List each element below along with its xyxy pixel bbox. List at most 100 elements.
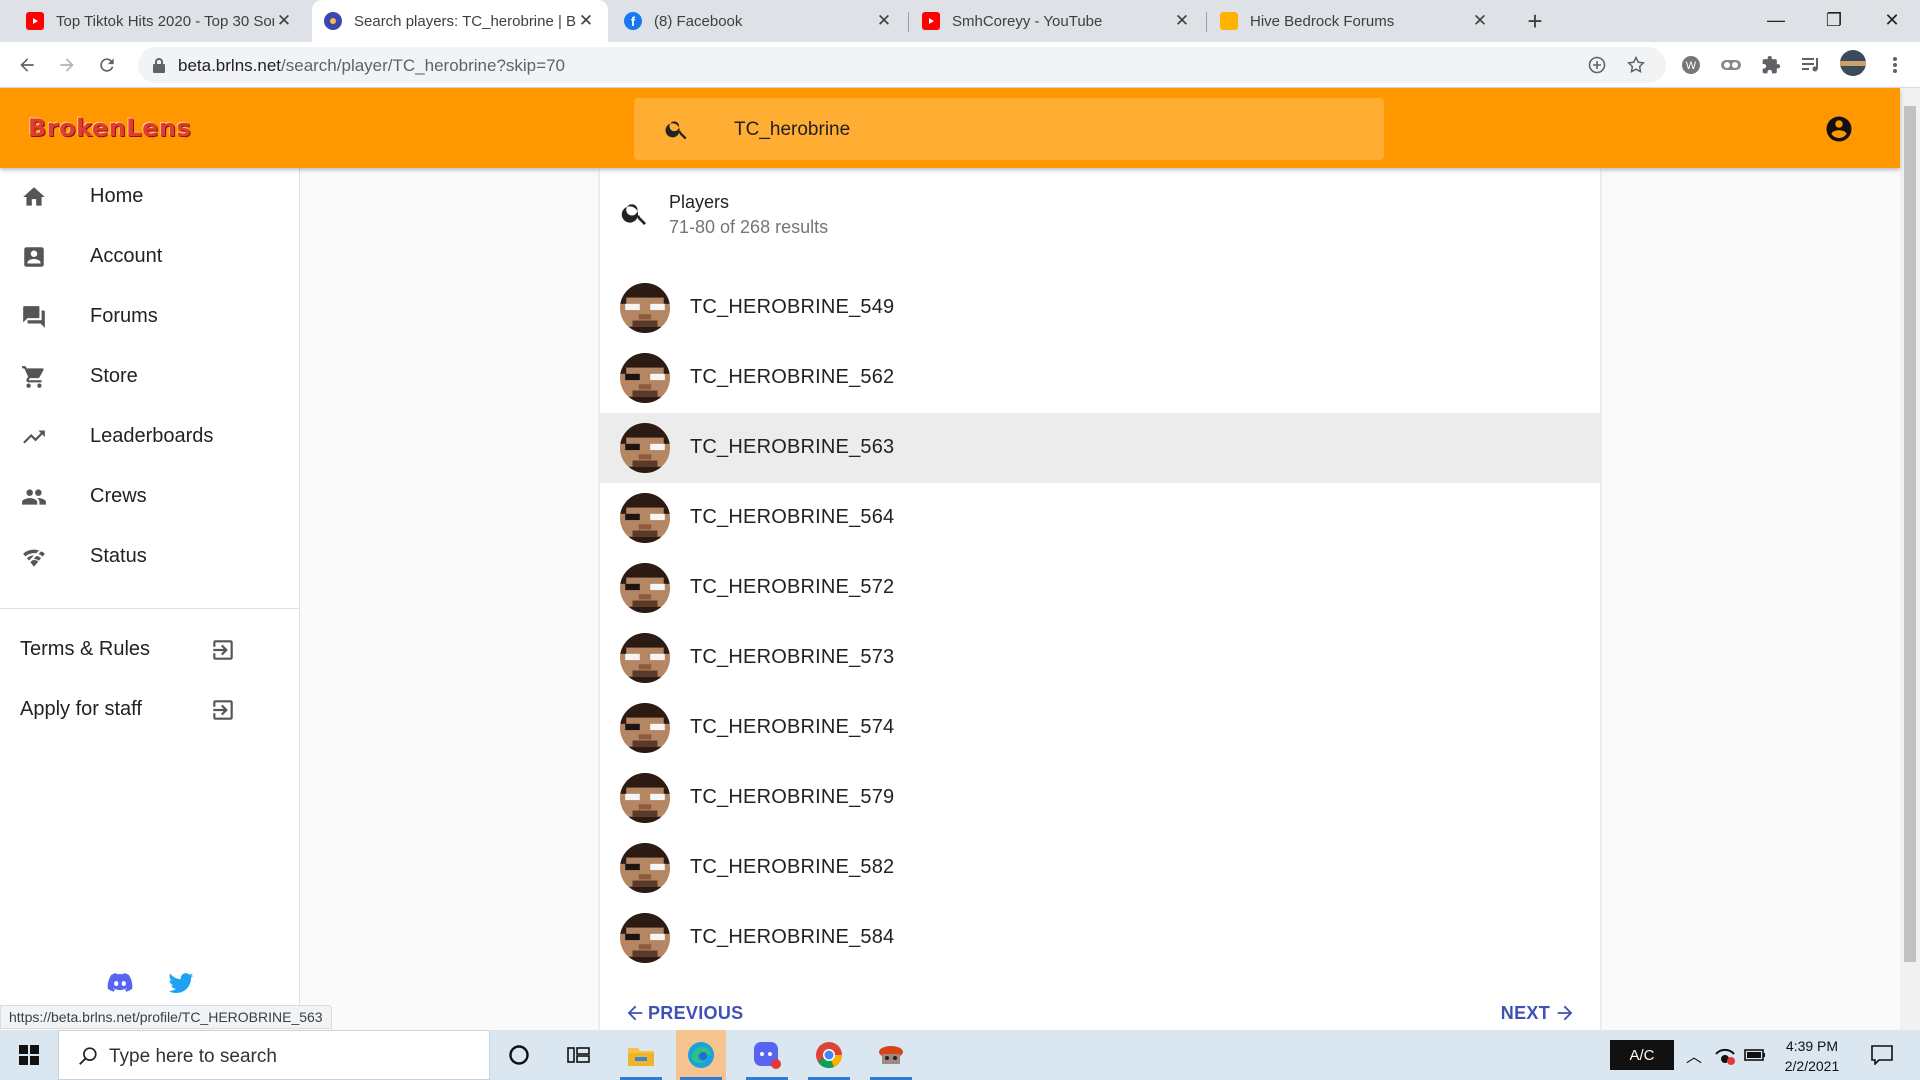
tab-title: (8) Facebook xyxy=(654,12,743,30)
next-button[interactable]: NEXT xyxy=(1501,998,1576,1028)
discord-icon[interactable] xyxy=(105,968,135,998)
tab-3[interactable]: f (8) Facebook ✕ xyxy=(612,0,906,42)
account-box-icon xyxy=(24,247,44,267)
player-row[interactable]: TC_HEROBRINE_549 xyxy=(600,273,1600,343)
address-bar[interactable]: beta.brlns.net/search/player/TC_herobrin… xyxy=(138,47,1666,83)
nav-item-forums[interactable]: Forums xyxy=(0,288,299,344)
exit-to-app-icon xyxy=(213,700,233,720)
extension-w-icon[interactable]: W xyxy=(1676,50,1706,80)
player-avatar xyxy=(620,843,670,893)
player-row[interactable]: TC_HEROBRINE_584 xyxy=(600,903,1600,973)
cart-icon xyxy=(22,366,44,388)
nav-item-home[interactable]: Home xyxy=(0,168,299,224)
close-tab-icon[interactable]: ✕ xyxy=(874,11,894,31)
minimize-button[interactable]: — xyxy=(1748,0,1804,40)
exit-to-app-icon xyxy=(213,640,233,660)
nav-item-account[interactable]: Account xyxy=(0,228,299,284)
player-row[interactable]: TC_HEROBRINE_579 xyxy=(600,763,1600,833)
tray-ac[interactable]: A/C xyxy=(1610,1040,1674,1070)
extensions-puzzle-icon[interactable] xyxy=(1756,50,1786,80)
nav-label: Store xyxy=(90,365,138,387)
player-search[interactable] xyxy=(634,98,1384,160)
search-input[interactable] xyxy=(734,116,1334,144)
close-tab-icon[interactable]: ✕ xyxy=(576,11,596,31)
browser-toolbar: beta.brlns.net/search/player/TC_herobrin… xyxy=(0,42,1920,88)
nav-item-crews[interactable]: Crews xyxy=(0,468,299,524)
nav-label: Home xyxy=(90,185,144,207)
arrow-back-icon xyxy=(627,1005,643,1021)
forward-button[interactable] xyxy=(52,50,82,80)
chrome-icon[interactable] xyxy=(804,1030,854,1080)
browser-tab-strip: Top Tiktok Hits 2020 - Top 30 Songs ✕ Se… xyxy=(0,0,1920,42)
player-row[interactable]: TC_HEROBRINE_582 xyxy=(600,833,1600,903)
player-avatar xyxy=(620,283,670,333)
tab-4[interactable]: SmhCoreyy - YouTube ✕ xyxy=(910,0,1204,42)
show-hidden-icons[interactable]: ︿ xyxy=(1686,1030,1702,1080)
account-circle-icon[interactable] xyxy=(1824,114,1854,144)
player-row[interactable]: TC_HEROBRINE_564 xyxy=(600,483,1600,553)
tab-5[interactable]: Hive Bedrock Forums ✕ xyxy=(1208,0,1502,42)
link-status-bubble: https://beta.brlns.net/profile/TC_HEROBR… xyxy=(0,1005,332,1029)
hive-icon xyxy=(1220,12,1238,30)
nav-item-terms[interactable]: Terms & Rules xyxy=(0,625,299,675)
cortana-icon[interactable] xyxy=(494,1030,544,1080)
youtube-icon xyxy=(26,12,44,30)
nav-item-apply-staff[interactable]: Apply for staff xyxy=(0,685,299,735)
page-scrollbar[interactable] xyxy=(1900,88,1920,1030)
nav-item-store[interactable]: Store xyxy=(0,348,299,404)
close-tab-icon[interactable]: ✕ xyxy=(274,11,294,31)
nav-label: Leaderboards xyxy=(90,425,214,447)
extension-glasses-icon[interactable] xyxy=(1716,50,1746,80)
back-button[interactable] xyxy=(12,50,42,80)
previous-button[interactable]: PREVIOUS xyxy=(624,998,743,1028)
previous-label: PREVIOUS xyxy=(648,1002,744,1023)
site-logo[interactable]: BrokenLens xyxy=(28,114,191,142)
player-row[interactable]: TC_HEROBRINE_574 xyxy=(600,693,1600,763)
arrow-forward-icon xyxy=(1557,1005,1573,1021)
search-icon xyxy=(79,1047,97,1065)
file-explorer-icon[interactable] xyxy=(616,1030,666,1080)
network-icon[interactable] xyxy=(1714,1030,1736,1080)
game-icon[interactable] xyxy=(866,1030,916,1080)
bookmark-star-icon[interactable] xyxy=(1626,55,1646,75)
taskbar-search[interactable]: Type here to search xyxy=(58,1030,490,1080)
next-label: NEXT xyxy=(1500,1002,1550,1023)
player-row[interactable]: TC_HEROBRINE_563 xyxy=(600,413,1600,483)
taskbar-clock[interactable]: 4:39 PM 2/2/2021 xyxy=(1766,1036,1858,1076)
start-button[interactable] xyxy=(0,1030,58,1080)
nav-item-leaderboards[interactable]: Leaderboards xyxy=(0,408,299,464)
reload-icon xyxy=(100,58,114,72)
player-row[interactable]: TC_HEROBRINE_573 xyxy=(600,623,1600,693)
player-row[interactable]: TC_HEROBRINE_572 xyxy=(600,553,1600,623)
player-avatar xyxy=(620,493,670,543)
profile-avatar-icon[interactable] xyxy=(1838,48,1868,78)
close-tab-icon[interactable]: ✕ xyxy=(1172,11,1192,31)
scrollbar-thumb[interactable] xyxy=(1904,106,1916,962)
edge-icon[interactable] xyxy=(676,1030,726,1080)
discord-icon[interactable] xyxy=(742,1030,792,1080)
player-name: TC_HEROBRINE_584 xyxy=(690,926,895,948)
player-name: TC_HEROBRINE_562 xyxy=(690,366,895,388)
site-header: BrokenLens xyxy=(0,88,1900,168)
media-control-icon[interactable] xyxy=(1796,50,1826,80)
tab-2[interactable]: Search players: TC_herobrine | BrokenLen… xyxy=(312,0,608,42)
results-header: Players 71-80 of 268 results xyxy=(600,168,1600,268)
restore-button[interactable]: ❐ xyxy=(1806,0,1862,40)
new-tab-button[interactable]: + xyxy=(1518,4,1552,38)
chrome-menu-icon[interactable] xyxy=(1880,50,1910,80)
player-row[interactable]: TC_HEROBRINE_562 xyxy=(600,343,1600,413)
tab-1[interactable]: Top Tiktok Hits 2020 - Top 30 Songs ✕ xyxy=(14,0,306,42)
brokenlens-icon xyxy=(324,12,342,30)
results-title: Players xyxy=(669,192,730,212)
notifications-icon[interactable] xyxy=(1864,1030,1900,1080)
task-view-icon[interactable] xyxy=(554,1030,604,1080)
nav-item-status[interactable]: Status xyxy=(0,528,299,584)
close-tab-icon[interactable]: ✕ xyxy=(1470,11,1490,31)
battery-icon[interactable] xyxy=(1744,1030,1766,1080)
twitter-icon[interactable] xyxy=(166,968,196,998)
reload-button[interactable] xyxy=(92,50,122,80)
tab-title: Hive Bedrock Forums xyxy=(1250,12,1395,30)
trending-up-icon xyxy=(23,430,45,444)
close-window-button[interactable]: ✕ xyxy=(1864,0,1920,40)
install-app-icon[interactable] xyxy=(1588,56,1606,74)
